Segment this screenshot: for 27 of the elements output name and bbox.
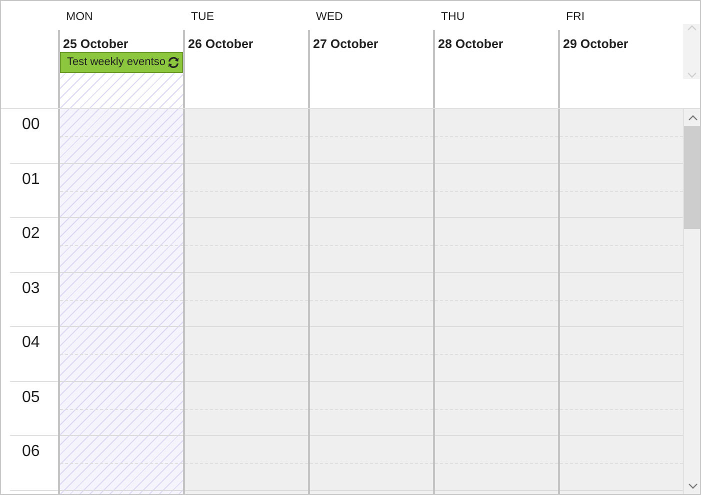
hour-label: 00 [21, 115, 41, 135]
day-column[interactable] [558, 109, 683, 494]
day-column[interactable] [58, 109, 183, 494]
date-label: 25 October [60, 30, 183, 52]
day-column[interactable] [183, 109, 308, 494]
all-day-area[interactable]: 29 October [558, 30, 683, 108]
hour-label: 02 [21, 224, 41, 244]
weekday-label: MON [65, 10, 94, 25]
hour-label: 04 [21, 333, 41, 353]
weekday-label: WED [315, 10, 344, 25]
all-day-area[interactable]: 25 October Test weekly eventso [58, 30, 183, 108]
weekday-label: TUE [190, 10, 215, 25]
weekday-label: FRI [565, 10, 586, 25]
all-day-area[interactable]: 27 October [308, 30, 433, 108]
scroll-up-icon[interactable] [688, 114, 698, 121]
hour-label: 06 [21, 442, 41, 462]
all-day-area[interactable]: 26 October [183, 30, 308, 108]
hour-label: 03 [21, 278, 41, 298]
day-column[interactable] [433, 109, 558, 494]
day-column[interactable] [308, 109, 433, 494]
scroll-thumb[interactable] [684, 126, 700, 229]
hour-label: 05 [21, 388, 41, 408]
weekday-label: THU [440, 10, 466, 25]
event-chip[interactable]: Test weekly eventso [60, 52, 183, 73]
all-day-area[interactable]: 28 October [433, 30, 558, 108]
hour-label: 01 [21, 170, 41, 190]
scroll-down-icon[interactable] [688, 483, 698, 490]
